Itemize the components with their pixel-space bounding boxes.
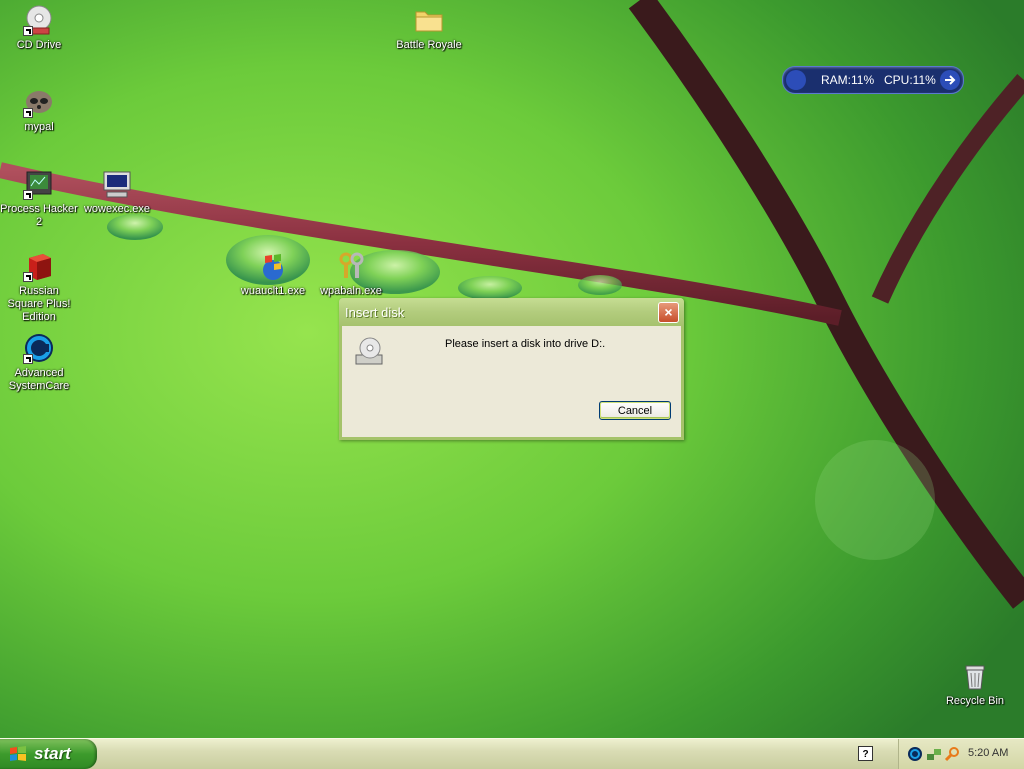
- advanced-systemcare-icon: [23, 332, 55, 364]
- desktop-icon-label: wuauclt1.exe: [240, 285, 306, 297]
- desktop-icon-wpabaln[interactable]: wpabaln.exe: [312, 250, 390, 298]
- shortcut-arrow-icon: [23, 108, 33, 118]
- desktop-icon-label: wowexec.exe: [83, 203, 151, 215]
- dialog-message: Please insert a disk into drive D:.: [445, 338, 606, 350]
- desktop-icon-process-hacker[interactable]: Process Hacker 2: [0, 168, 78, 229]
- cpu-usage: CPU:11%: [884, 73, 936, 87]
- shortcut-arrow-icon: [23, 26, 33, 36]
- desktop-icon-advanced-systemcare[interactable]: Advanced SystemCare: [0, 332, 78, 393]
- system-tray: 5:20 AM: [898, 739, 1024, 769]
- close-button[interactable]: ×: [658, 302, 679, 323]
- system-monitor-widget[interactable]: RAM:11% CPU:11%: [782, 66, 964, 94]
- taskbar: start ? 5:20 AM: [0, 738, 1024, 769]
- desktop-icon-wowexec[interactable]: wowexec.exe: [78, 168, 156, 216]
- desktop-icon-label: mypal: [24, 121, 54, 133]
- windows-logo-icon: [9, 746, 27, 762]
- arrow-right-icon[interactable]: [940, 70, 960, 90]
- rocket-icon[interactable]: [786, 70, 806, 90]
- desktop: { "desktop": { "icons": [ {"label": "CD …: [0, 0, 1024, 769]
- desktop-icon-wuauclt1[interactable]: wuauclt1.exe: [234, 250, 312, 298]
- desktop-icon-label: wpabaln.exe: [320, 285, 382, 297]
- desktop-icon-label: Process Hacker 2: [0, 203, 78, 228]
- folder-icon: [413, 4, 445, 36]
- search-tray-icon[interactable]: [944, 746, 960, 762]
- dialog-body: Please insert a disk into drive D:. Canc…: [342, 326, 681, 437]
- desktop-icon-label: Recycle Bin: [945, 695, 1005, 707]
- dialog-titlebar[interactable]: Insert disk ×: [339, 298, 684, 326]
- advanced-systemcare-tray-icon[interactable]: [907, 746, 923, 762]
- insert-disk-dialog: Insert disk × Please insert a disk into …: [339, 298, 684, 440]
- clock[interactable]: 5:20 AM: [968, 747, 1008, 759]
- raccoon-icon: [23, 86, 55, 118]
- windows-update-icon: [257, 250, 289, 282]
- desktop-icon-cd-drive[interactable]: CD Drive: [0, 4, 78, 52]
- ram-usage: RAM:11%: [821, 73, 875, 87]
- computer-icon: [101, 168, 133, 200]
- cd-drive-icon: [23, 4, 55, 36]
- shortcut-arrow-icon: [23, 190, 33, 200]
- cancel-button[interactable]: Cancel: [599, 401, 671, 420]
- desktop-icon-mypal[interactable]: mypal: [0, 86, 78, 134]
- desktop-icon-label: Battle Royale: [396, 39, 462, 51]
- network-tray-icon[interactable]: [926, 746, 942, 762]
- help-icon[interactable]: ?: [858, 746, 873, 761]
- keys-icon: [335, 250, 367, 282]
- cd-drive-icon: [353, 335, 387, 369]
- desktop-icon-recycle-bin[interactable]: Recycle Bin: [936, 660, 1014, 708]
- desktop-icon-label: CD Drive: [16, 39, 62, 51]
- desktop-icon-battle-royale[interactable]: Battle Royale: [390, 4, 468, 52]
- start-label: start: [34, 744, 71, 763]
- shortcut-arrow-icon: [23, 354, 33, 364]
- process-hacker-icon: [23, 168, 55, 200]
- red-cube-icon: [23, 250, 55, 282]
- desktop-icon-label: Advanced SystemCare: [8, 367, 70, 392]
- desktop-icon-label: Russian Square Plus! Edition: [7, 285, 71, 323]
- desktop-icon-russian-square[interactable]: Russian Square Plus! Edition: [0, 250, 78, 324]
- dialog-title: Insert disk: [345, 305, 405, 320]
- recycle-bin-icon: [959, 660, 991, 692]
- start-button[interactable]: start: [0, 739, 97, 769]
- shortcut-arrow-icon: [23, 272, 33, 282]
